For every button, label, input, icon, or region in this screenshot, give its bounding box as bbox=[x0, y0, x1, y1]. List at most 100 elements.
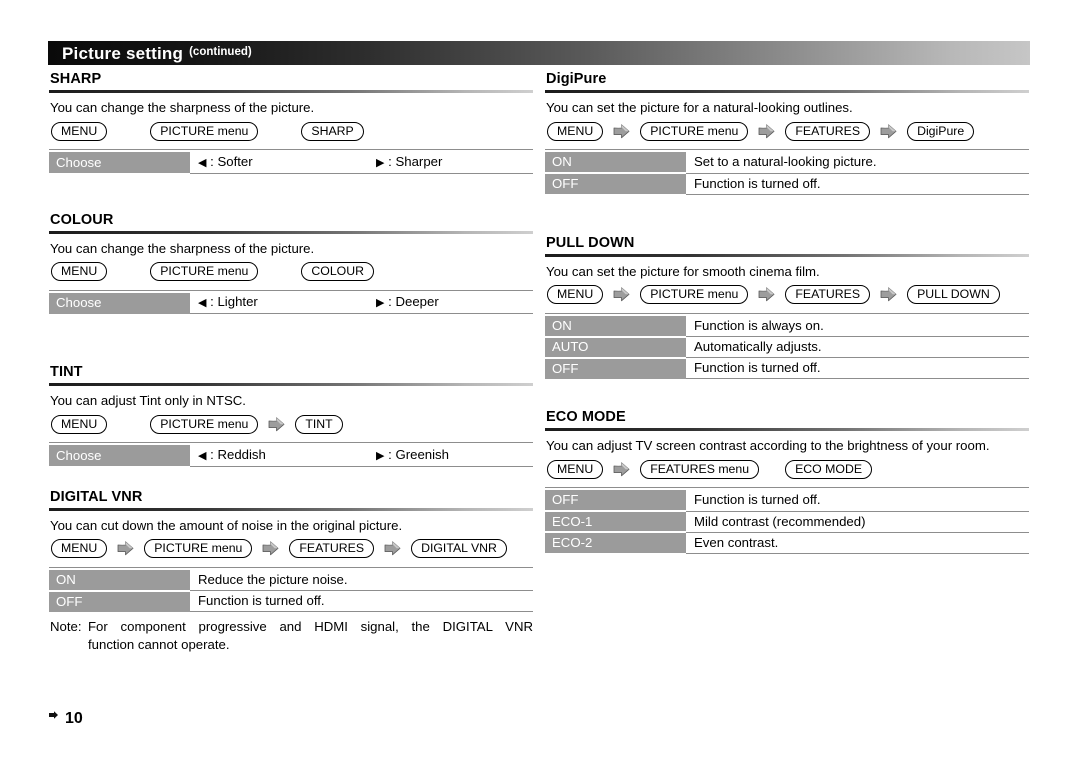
nav-pill-colour[interactable]: COLOUR bbox=[301, 262, 374, 281]
choose-right-cell: ▶ : Deeper bbox=[368, 292, 533, 314]
table-row: ECO-1 Mild contrast (recommended) bbox=[545, 511, 1029, 533]
option-key-cell: ECO-2 bbox=[545, 532, 686, 553]
section-rule bbox=[545, 253, 1029, 257]
option-key-cell: OFF bbox=[545, 490, 686, 512]
table-top-rule bbox=[545, 487, 1029, 488]
page-marker-icon bbox=[47, 710, 60, 728]
settings-table-eco-mode: OFF Function is turned off. ECO-1 Mild cont… bbox=[545, 487, 1029, 554]
table: ON Reduce the picture noise. OFF Function i… bbox=[49, 569, 533, 612]
settings-table-pull-down: ON Function is always on. AUTO Automaticall… bbox=[545, 312, 1029, 379]
nav-pill-features[interactable]: FEATURES bbox=[785, 121, 871, 141]
section-rule bbox=[545, 90, 1029, 93]
left-triangle-icon: ◀ bbox=[198, 156, 207, 169]
right-triangle-icon: ▶ bbox=[376, 156, 385, 169]
table-row: Choose ◀ : Reddish ▶ : Greenish bbox=[49, 445, 533, 467]
page-banner: Picture setting (continued) bbox=[48, 41, 1030, 65]
banner-title: Picture setting bbox=[62, 43, 184, 63]
table-top-rule bbox=[49, 289, 533, 291]
table-row: Choose ◀ : Lighter ▶ : Deeper bbox=[49, 292, 533, 314]
nav-breadcrumb-digipure: MENU PICTURE menu FEATURES DigiPure bbox=[545, 120, 1029, 142]
nav-pill-picture-menu[interactable]: PICTURE menu bbox=[144, 539, 253, 558]
nav-pill-menu[interactable]: MENU bbox=[51, 121, 108, 141]
right-arrow-icon bbox=[758, 287, 775, 302]
option-key-cell: ON bbox=[545, 315, 686, 338]
nav-pill-eco-mode[interactable]: ECO MODE bbox=[785, 459, 873, 479]
table-row: ON Set to a natural-looking picture. bbox=[545, 152, 1029, 174]
section-description: You can change the sharpness of the pict… bbox=[50, 100, 315, 115]
option-key-cell: ECO-1 bbox=[545, 511, 686, 533]
table-row: ON Function is always on. bbox=[545, 315, 1029, 338]
nav-pill-picture-menu[interactable]: PICTURE menu bbox=[150, 121, 259, 141]
option-value-cell: Mild contrast (recommended) bbox=[686, 511, 1029, 533]
nav-breadcrumb-digital-vnr: MENU PICTURE menu FEATURES DIGITAL VNR bbox=[49, 538, 533, 560]
note-line: For component progressive and HDMI signa… bbox=[88, 619, 533, 634]
section-heading: DigiPure bbox=[546, 71, 607, 87]
table: Choose ◀ : Lighter ▶ : Deeper bbox=[49, 292, 533, 314]
section-sharp: SHARP You can change the sharpness of the… bbox=[49, 71, 533, 174]
choose-left-label: : Softer bbox=[210, 153, 253, 169]
section-digital-vnr: DIGITAL VNR You can cut down the amount o… bbox=[49, 489, 533, 655]
table-row: Choose ◀ : Softer ▶ : Sharper bbox=[49, 152, 533, 174]
section-rule bbox=[49, 383, 533, 386]
choose-left-label: : Reddish bbox=[210, 446, 266, 462]
table: Choose ◀ : Reddish ▶ : Greenish bbox=[49, 445, 533, 467]
nav-pill-features[interactable]: FEATURES bbox=[289, 539, 375, 558]
table: ON Function is always on. AUTO Automaticall… bbox=[545, 315, 1029, 379]
table-top-rule bbox=[49, 442, 533, 443]
right-arrow-icon bbox=[613, 123, 630, 139]
nav-pill-digipure[interactable]: DigiPure bbox=[907, 121, 975, 141]
section-tint: TINT You can adjust Tint only in NTSC. MEN… bbox=[49, 364, 533, 467]
settings-table-digital-vnr: ON Reduce the picture noise. OFF Function i… bbox=[49, 566, 533, 612]
nav-pill-digital-vnr[interactable]: DIGITAL VNR bbox=[411, 539, 507, 558]
nav-pill-picture-menu[interactable]: PICTURE menu bbox=[150, 414, 259, 434]
option-key-cell: OFF bbox=[49, 590, 190, 612]
nav-pill-menu[interactable]: MENU bbox=[51, 262, 108, 281]
option-key-cell: OFF bbox=[545, 357, 686, 379]
table-row: OFF Function is turned off. bbox=[545, 173, 1029, 195]
nav-pill-features-menu[interactable]: FEATURES menu bbox=[640, 459, 760, 479]
note-label: Note: bbox=[50, 619, 82, 634]
nav-pill-picture-menu[interactable]: PICTURE menu bbox=[640, 121, 749, 141]
nav-pill-menu[interactable]: MENU bbox=[547, 285, 604, 304]
page-footer: 10 bbox=[47, 710, 83, 728]
option-value-cell: Reduce the picture noise. bbox=[190, 569, 533, 591]
section-pull-down: PULL DOWN You can set the picture for smo… bbox=[545, 234, 1029, 379]
banner-subtitle: (continued) bbox=[189, 46, 252, 59]
nav-pill-menu[interactable]: MENU bbox=[51, 414, 108, 434]
right-arrow-icon bbox=[880, 287, 897, 302]
left-triangle-icon: ◀ bbox=[198, 297, 207, 310]
nav-pill-menu[interactable]: MENU bbox=[547, 121, 604, 141]
choose-right-label: : Greenish bbox=[388, 446, 449, 462]
right-arrow-icon bbox=[384, 541, 401, 556]
note-block: Note: For component progressive and HDMI … bbox=[49, 618, 533, 654]
nav-pill-pull-down[interactable]: PULL DOWN bbox=[907, 285, 1000, 304]
right-column: DigiPure You can set the picture for a na… bbox=[545, 71, 1029, 554]
nav-pill-menu[interactable]: MENU bbox=[547, 459, 604, 479]
table-row: ON Reduce the picture noise. bbox=[49, 569, 533, 592]
nav-pill-features[interactable]: FEATURES bbox=[785, 285, 871, 304]
nav-breadcrumb-eco-mode: MENU FEATURES menu ECO MODE bbox=[545, 458, 1029, 480]
choose-right-cell: ▶ : Sharper bbox=[368, 152, 533, 174]
section-heading: PULL DOWN bbox=[546, 234, 635, 251]
nav-pill-tint[interactable]: TINT bbox=[295, 414, 343, 434]
choose-label-cell: Choose bbox=[49, 152, 190, 173]
nav-pill-picture-menu[interactable]: PICTURE menu bbox=[150, 262, 259, 281]
table: Choose ◀ : Softer ▶ : Sharper bbox=[49, 152, 533, 174]
table: ON Set to a natural-looking picture. OFF Fu… bbox=[545, 152, 1029, 195]
right-arrow-icon bbox=[758, 123, 775, 139]
table-top-rule bbox=[49, 149, 533, 150]
settings-table-digipure: ON Set to a natural-looking picture. OFF Fu… bbox=[545, 149, 1029, 195]
section-eco-mode: ECO MODE You can adjust TV screen contras… bbox=[545, 409, 1029, 554]
nav-pill-sharp[interactable]: SHARP bbox=[301, 121, 364, 141]
nav-pill-picture-menu[interactable]: PICTURE menu bbox=[640, 285, 749, 304]
section-description: You can adjust TV screen contrast accord… bbox=[546, 438, 990, 453]
note-text: For component progressive and HDMI signa… bbox=[88, 618, 533, 654]
table: OFF Function is turned off. ECO-1 Mild cont… bbox=[545, 490, 1029, 554]
nav-pill-menu[interactable]: MENU bbox=[51, 539, 108, 558]
option-key-cell: AUTO bbox=[545, 336, 686, 359]
option-value-cell: Automatically adjusts. bbox=[686, 336, 1029, 358]
document-page: Picture setting (continued) SHARP You can… bbox=[0, 0, 1080, 761]
